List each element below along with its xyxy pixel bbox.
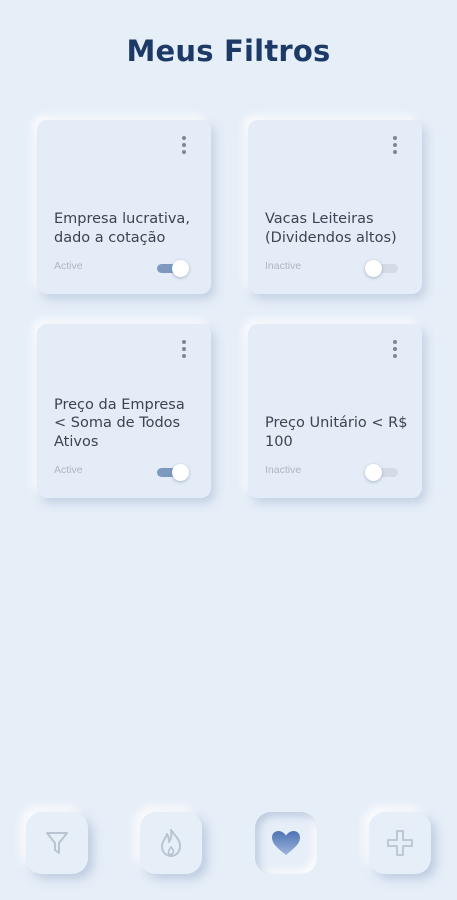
filter-card[interactable]: Vacas Leiteiras (Dividendos altos) Inact… [248, 120, 422, 294]
toggle-knob [365, 260, 382, 277]
more-options-icon[interactable] [179, 136, 189, 154]
toggle-knob [172, 464, 189, 481]
nav-add-button[interactable] [369, 812, 431, 874]
filter-card[interactable]: Empresa lucrativa, dado a cotação Active [37, 120, 211, 294]
filter-card[interactable]: Preço da Empresa < Soma de Todos Ativos … [37, 324, 211, 498]
heart-icon [272, 831, 300, 855]
toggle-knob [365, 464, 382, 481]
filter-status: Active [54, 260, 83, 272]
filter-status: Inactive [265, 464, 302, 476]
filter-toggle[interactable] [365, 464, 398, 481]
page-title: Meus Filtros [126, 34, 331, 68]
more-options-icon[interactable] [390, 340, 400, 358]
filter-title: Preço Unitário < R$ 100 [265, 415, 408, 450]
filter-toggle[interactable] [157, 260, 189, 277]
filter-title: Vacas Leiteiras (Dividendos altos) [265, 211, 397, 246]
filter-status: Active [54, 464, 83, 476]
nav-filters-button[interactable] [26, 812, 88, 874]
filter-status: Inactive [265, 260, 302, 272]
nav-trending-button[interactable] [140, 812, 202, 874]
more-options-icon[interactable] [179, 340, 189, 358]
filter-title: Preço da Empresa < Soma de Todos Ativos [54, 396, 185, 450]
toggle-knob [172, 260, 189, 277]
filter-icon [46, 832, 68, 854]
more-options-icon[interactable] [390, 136, 400, 154]
filter-title: Empresa lucrativa, dado a cotação [54, 211, 190, 246]
filter-card[interactable]: Preço Unitário < R$ 100 Inactive [248, 324, 422, 498]
flame-icon [161, 829, 181, 857]
filter-toggle[interactable] [157, 464, 189, 481]
nav-favorites-button[interactable] [255, 812, 317, 874]
plus-icon [387, 830, 413, 856]
filter-toggle[interactable] [365, 260, 398, 277]
